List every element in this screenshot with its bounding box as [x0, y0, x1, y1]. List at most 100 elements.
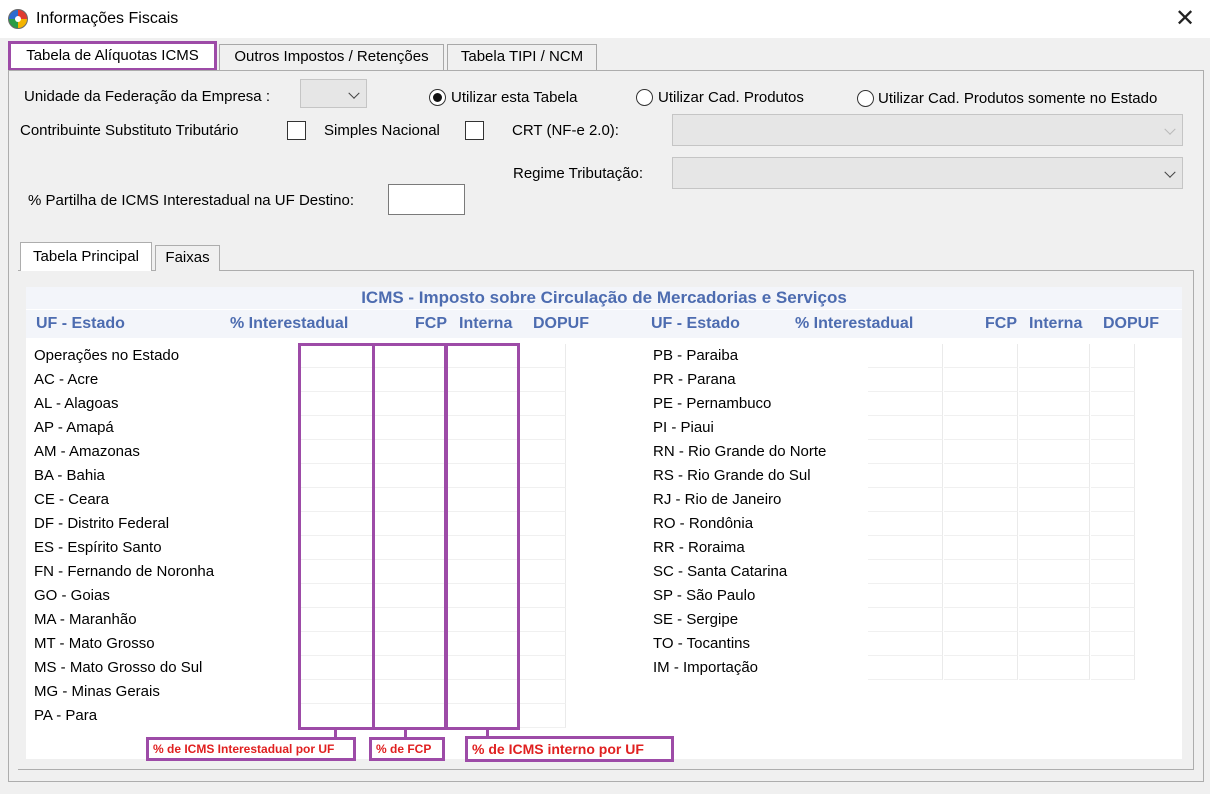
interna-cell[interactable] [1019, 656, 1090, 680]
uf-empresa-select[interactable] [300, 79, 367, 108]
radio-cad-produtos-estado[interactable] [857, 90, 874, 107]
interestadual-cell[interactable] [868, 656, 943, 680]
radio-cad-produtos[interactable] [636, 89, 653, 106]
interestadual-cell[interactable] [868, 632, 943, 656]
interestadual-cell[interactable] [868, 488, 943, 512]
interestadual-cell[interactable] [868, 368, 943, 392]
interna-cell[interactable] [1019, 560, 1090, 584]
dopuf-cell[interactable] [520, 704, 566, 728]
dopuf-cell[interactable] [520, 608, 566, 632]
chevron-down-icon [1164, 166, 1176, 178]
interna-cell[interactable] [1019, 416, 1090, 440]
tab-tabela-aliquotas-icms[interactable]: Tabela de Alíquotas ICMS [8, 41, 217, 71]
interna-cell[interactable] [1019, 440, 1090, 464]
dopuf-cell[interactable] [520, 344, 566, 368]
right-state-list: PB - Paraiba PR - Parana PE - Pernambuco PI… [653, 344, 826, 680]
dopuf-cell[interactable] [1091, 440, 1135, 464]
interna-cell[interactable] [1019, 464, 1090, 488]
radio-utilizar-tabela[interactable] [429, 89, 446, 106]
dopuf-cell[interactable] [520, 536, 566, 560]
interestadual-cell[interactable] [868, 608, 943, 632]
dopuf-cell[interactable] [520, 488, 566, 512]
state-label: PA - Para [34, 707, 98, 724]
close-icon[interactable]: ✕ [1170, 4, 1200, 34]
regime-label: Regime Tributação: [513, 165, 644, 182]
fcp-cell[interactable] [944, 632, 1018, 656]
interna-cell[interactable] [1019, 368, 1090, 392]
dopuf-cell[interactable] [1091, 608, 1135, 632]
fcp-cell[interactable] [944, 344, 1018, 368]
fcp-cell[interactable] [944, 560, 1018, 584]
dopuf-cell[interactable] [1091, 392, 1135, 416]
dopuf-cell[interactable] [1091, 584, 1135, 608]
dopuf-cell[interactable] [520, 680, 566, 704]
fcp-cell[interactable] [944, 416, 1018, 440]
tab-label: Faixas [165, 249, 210, 266]
simples-checkbox[interactable] [465, 121, 484, 140]
fcp-cell[interactable] [944, 584, 1018, 608]
crt-select[interactable] [672, 114, 1183, 146]
app-icon [8, 9, 28, 29]
fcp-cell[interactable] [944, 656, 1018, 680]
regime-select[interactable] [672, 157, 1183, 189]
interna-cell[interactable] [1019, 608, 1090, 632]
dopuf-cell[interactable] [520, 464, 566, 488]
dopuf-cell[interactable] [520, 632, 566, 656]
interestadual-cell[interactable] [868, 440, 943, 464]
interestadual-cell[interactable] [868, 560, 943, 584]
dopuf-cell[interactable] [520, 392, 566, 416]
interna-cell[interactable] [1019, 344, 1090, 368]
partilha-input[interactable] [388, 184, 465, 215]
state-label: FN - Fernando de Noronha [34, 563, 215, 580]
tab-outros-impostos[interactable]: Outros Impostos / Retenções [219, 44, 444, 70]
interestadual-cell[interactable] [868, 416, 943, 440]
fcp-cell[interactable] [944, 536, 1018, 560]
tab-tabela-principal[interactable]: Tabela Principal [20, 242, 152, 271]
interna-cell[interactable] [1019, 392, 1090, 416]
dopuf-cell[interactable] [1091, 512, 1135, 536]
dopuf-cell[interactable] [1091, 416, 1135, 440]
highlight-interna-column [444, 343, 520, 730]
dopuf-cell[interactable] [520, 512, 566, 536]
dopuf-cell[interactable] [520, 440, 566, 464]
dopuf-cell[interactable] [1091, 632, 1135, 656]
header-interna-right: Interna [1029, 315, 1083, 332]
dopuf-cell[interactable] [1091, 560, 1135, 584]
fcp-cell[interactable] [944, 440, 1018, 464]
fcp-cell[interactable] [944, 368, 1018, 392]
interna-cell[interactable] [1019, 584, 1090, 608]
interestadual-cell[interactable] [868, 464, 943, 488]
tab-tabela-tipi-ncm[interactable]: Tabela TIPI / NCM [447, 44, 597, 70]
dopuf-cell[interactable] [1091, 536, 1135, 560]
contribuinte-checkbox[interactable] [287, 121, 306, 140]
header-uf-left: UF - Estado [36, 315, 125, 332]
fcp-cell[interactable] [944, 608, 1018, 632]
interestadual-cell[interactable] [868, 392, 943, 416]
interna-cell[interactable] [1019, 536, 1090, 560]
tab-faixas[interactable]: Faixas [155, 245, 220, 271]
dopuf-cell[interactable] [520, 368, 566, 392]
dopuf-cell[interactable] [520, 584, 566, 608]
dopuf-cell[interactable] [1091, 488, 1135, 512]
dopuf-cell[interactable] [1091, 656, 1135, 680]
interestadual-cell[interactable] [868, 584, 943, 608]
fcp-cell[interactable] [944, 392, 1018, 416]
dopuf-cell[interactable] [520, 416, 566, 440]
column-interestadual-right [868, 344, 943, 680]
interna-cell[interactable] [1019, 512, 1090, 536]
interestadual-cell[interactable] [868, 512, 943, 536]
dopuf-cell[interactable] [520, 560, 566, 584]
interna-cell[interactable] [1019, 632, 1090, 656]
dopuf-cell[interactable] [1091, 368, 1135, 392]
interna-cell[interactable] [1019, 488, 1090, 512]
dopuf-cell[interactable] [1091, 464, 1135, 488]
interestadual-cell[interactable] [868, 536, 943, 560]
fcp-cell[interactable] [944, 464, 1018, 488]
dopuf-cell[interactable] [1091, 344, 1135, 368]
fcp-cell[interactable] [944, 512, 1018, 536]
dopuf-cell[interactable] [520, 656, 566, 680]
state-label: PB - Paraiba [653, 347, 739, 364]
radio-utilizar-tabela-label: Utilizar esta Tabela [451, 89, 578, 106]
interestadual-cell[interactable] [868, 344, 943, 368]
fcp-cell[interactable] [944, 488, 1018, 512]
